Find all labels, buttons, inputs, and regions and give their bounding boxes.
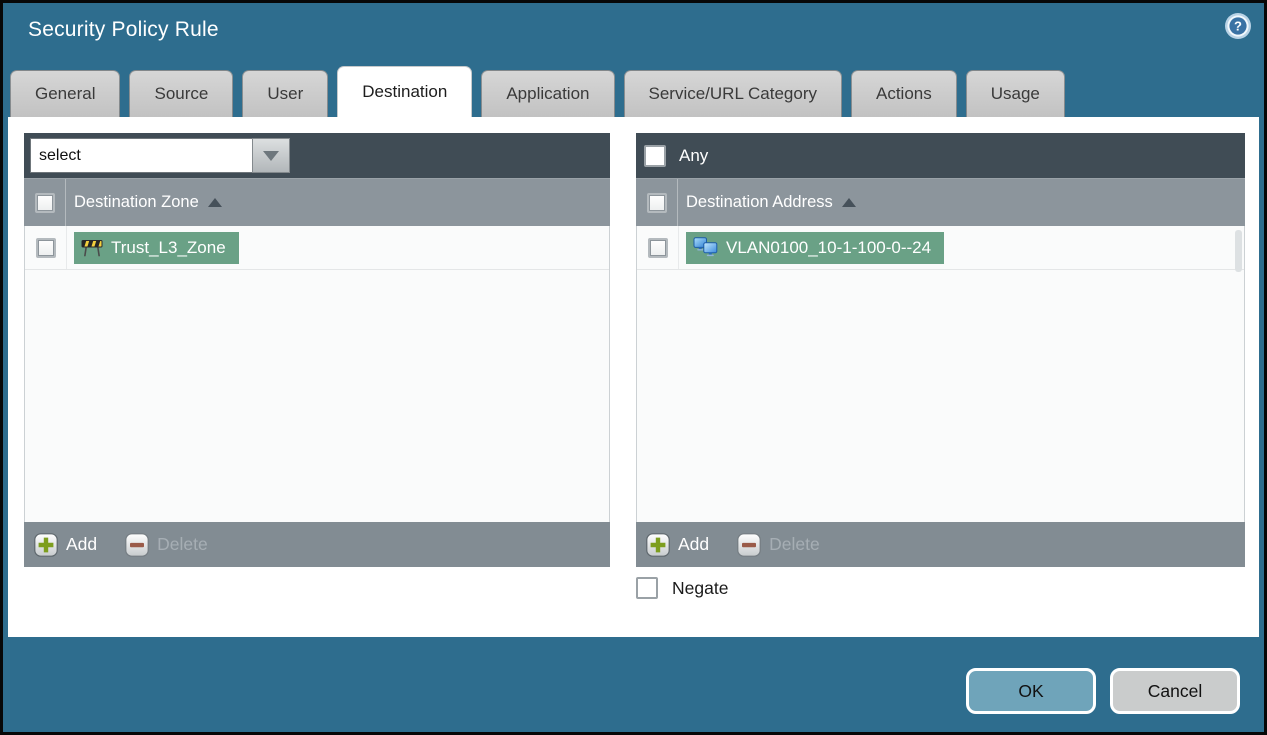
- delete-address-label: Delete: [769, 534, 820, 554]
- zone-column-header[interactable]: Destination Zone: [74, 193, 222, 212]
- any-wrap: Any: [636, 144, 709, 167]
- address-item-vlan0100[interactable]: VLAN0100_10-1-100-0--24: [686, 231, 945, 264]
- add-zone-button[interactable]: Add: [34, 532, 98, 557]
- footer-buttons: OK Cancel: [966, 668, 1240, 714]
- cancel-button[interactable]: Cancel: [1110, 668, 1240, 714]
- tab-usage[interactable]: Usage: [965, 70, 1065, 117]
- scrollbar-thumb[interactable]: [1235, 230, 1242, 272]
- address-list: VLAN0100_10-1-100-0--24: [636, 226, 1245, 522]
- zone-item-label: Trust_L3_Zone: [111, 237, 226, 257]
- minus-icon: [737, 532, 761, 557]
- zone-column-header-row: Destination Zone: [24, 178, 610, 226]
- select-all-addresses-checkbox[interactable]: [646, 192, 667, 213]
- zone-item-trust-l3-zone[interactable]: Trust_L3_Zone: [74, 231, 239, 264]
- svg-text:?: ?: [1234, 19, 1242, 34]
- zone-filter-combobox: [30, 138, 290, 173]
- zone-filter-bar: [24, 133, 610, 178]
- negate-checkbox[interactable]: [636, 577, 658, 599]
- address-toolbar: Add Delete: [636, 522, 1245, 567]
- zone-filter-dropdown-button[interactable]: [252, 138, 290, 173]
- address-any-bar: Any: [636, 133, 1245, 178]
- help-icon-glyph: ?: [1225, 13, 1251, 39]
- zone-header-checkbox-cell: [24, 179, 66, 226]
- address-column-header-row: Destination Address: [636, 178, 1245, 226]
- zone-row-checkbox-cell: [25, 226, 67, 269]
- plus-icon: [34, 532, 58, 557]
- delete-address-button[interactable]: Delete: [737, 532, 820, 557]
- minus-icon: [125, 532, 149, 557]
- destination-zone-panel: Destination Zone: [24, 133, 610, 567]
- security-policy-rule-dialog: Security Policy Rule ? General Source Us…: [0, 0, 1267, 735]
- address-table-row: VLAN0100_10-1-100-0--24: [637, 226, 1244, 270]
- address-row-checkbox[interactable]: [647, 237, 668, 258]
- page-title: Security Policy Rule: [28, 18, 219, 41]
- zone-barrier-icon: [81, 240, 103, 257]
- destination-address-panel: Any Destination Address VLAN0100_10-1-10…: [636, 133, 1245, 567]
- delete-zone-label: Delete: [157, 534, 208, 554]
- add-address-label: Add: [678, 534, 710, 554]
- tab-application[interactable]: Application: [481, 70, 615, 117]
- tab-user[interactable]: User: [242, 70, 329, 117]
- tab-bar: General Source User Destination Applicat…: [10, 66, 1257, 117]
- add-address-button[interactable]: Add: [646, 532, 710, 557]
- negate-row: Negate: [636, 577, 728, 599]
- address-header-checkbox-cell: [636, 179, 678, 226]
- tab-source[interactable]: Source: [129, 70, 234, 117]
- ok-button[interactable]: OK: [966, 668, 1096, 714]
- address-item-label: VLAN0100_10-1-100-0--24: [726, 237, 932, 257]
- zone-row-checkbox[interactable]: [35, 237, 56, 258]
- plus-icon: [646, 532, 670, 557]
- chevron-down-icon: [263, 150, 279, 161]
- add-zone-label: Add: [66, 534, 98, 554]
- zone-toolbar: Add Delete: [24, 522, 610, 567]
- tab-destination[interactable]: Destination: [337, 66, 473, 117]
- zone-table-row: Trust_L3_Zone: [25, 226, 609, 270]
- destination-tab-content: Destination Zone: [8, 117, 1259, 637]
- select-all-zones-checkbox[interactable]: [34, 192, 55, 213]
- sort-asc-icon: [841, 198, 856, 207]
- address-column-header-label: Destination Address: [686, 193, 833, 211]
- zone-filter-input[interactable]: [30, 138, 252, 173]
- zone-column-header-label: Destination Zone: [74, 193, 199, 211]
- address-row-checkbox-cell: [637, 226, 679, 269]
- help-icon[interactable]: ?: [1224, 12, 1252, 40]
- address-column-header[interactable]: Destination Address: [686, 193, 856, 212]
- any-label: Any: [679, 145, 709, 165]
- network-computers-icon: [693, 237, 718, 257]
- delete-zone-button[interactable]: Delete: [125, 532, 208, 557]
- tab-general[interactable]: General: [10, 70, 121, 117]
- zone-list: Trust_L3_Zone: [24, 226, 610, 522]
- sort-asc-icon: [207, 198, 222, 207]
- tab-actions[interactable]: Actions: [851, 70, 957, 117]
- any-checkbox[interactable]: [644, 144, 666, 167]
- tab-service-url-category[interactable]: Service/URL Category: [623, 70, 842, 117]
- negate-label: Negate: [672, 577, 729, 598]
